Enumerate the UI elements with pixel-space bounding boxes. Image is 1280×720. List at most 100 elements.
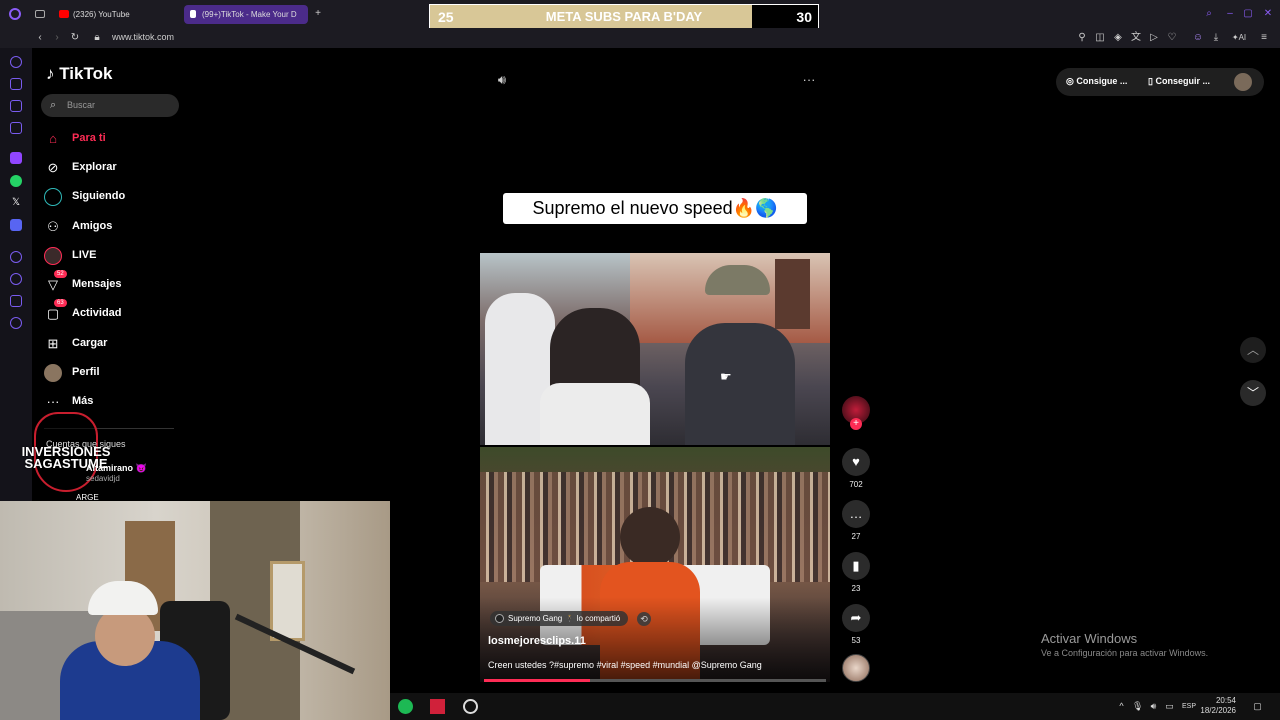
comment-action[interactable]: … 27 [842,500,870,541]
sidebar-item-perfil[interactable]: Perfil [44,362,184,386]
volume-icon[interactable]: 🔊︎ [495,73,509,88]
subs-goal-target: 30 [796,9,812,25]
person-center [620,507,680,567]
extensions-icon[interactable] [10,295,22,307]
tab-youtube[interactable]: (2326) YouTube [55,5,175,24]
previous-video-icon[interactable]: ︿ [1240,337,1266,363]
creator-avatar[interactable]: + [842,396,870,430]
friends-icon: ⚇ [47,219,59,234]
language-indicator[interactable]: ESP [1182,703,1196,710]
browser-address-bar: ‹ › ↻ 🔒︎ www.tiktok.com ⚲ ◫ ◈ 文 ▷ ♡ ☺ ⤓ … [0,28,1280,48]
adblock-icon[interactable]: ◈ [1112,32,1124,44]
snapshot-icon[interactable]: ◫ [1094,32,1106,44]
share-icon[interactable]: ➦ [842,604,870,632]
sidebar-item-para-ti[interactable]: ⌂ Para ti [44,128,184,152]
reload-icon[interactable]: ↻ [69,32,81,44]
taskbar-clock[interactable]: 20:54 18/2/2026 [1196,696,1236,716]
aria-icon[interactable] [10,56,22,68]
player-side-icon[interactable] [10,251,22,263]
tab-overview-icon[interactable] [35,10,45,18]
sidebar-item-amigos[interactable]: ⚇ Amigos [44,216,184,240]
sound-disc-icon [842,654,870,682]
sidebar-item-mensajes[interactable]: ▽ 52 Mensajes [44,270,184,298]
forward-icon[interactable]: › [51,32,63,44]
video-frame-top[interactable]: ☛ [480,253,830,445]
chat-icon[interactable] [10,100,22,112]
whatsapp-icon[interactable] [10,175,22,187]
activate-windows-subtitle: Ve a Configuración para activar Windows. [1041,648,1209,658]
sidebar-item-live[interactable]: LIVE [44,245,184,269]
new-tab-button[interactable]: + [312,8,324,20]
next-video-icon[interactable]: ﹀ [1240,380,1266,406]
xsplit-icon[interactable] [430,699,445,714]
tiktok-logo[interactable]: ♪ TikTok [46,64,112,84]
get-app-button[interactable]: ▯ Conseguir ... [1148,76,1210,87]
obs-icon[interactable] [463,699,478,714]
windows-taskbar [390,693,1280,720]
video-author[interactable]: losmejoresclips.11 [488,635,586,647]
shared-by-pill[interactable]: Supremo Gang 🕴 lo compartió [490,611,629,626]
history-icon[interactable] [10,273,22,285]
messenger-icon[interactable] [10,122,22,134]
sidebar-item-label: Más [72,395,94,407]
back-icon[interactable]: ‹ [34,32,46,44]
more-icon: ··· [46,394,60,409]
sidebar-item-actividad[interactable]: ▢ 63 Actividad [44,299,184,327]
sidebar-item-cargar[interactable]: ⊞ Cargar [44,333,184,357]
heart-icon[interactable]: ♥ [842,448,870,476]
video-progress-bar[interactable] [484,679,826,682]
url-field[interactable]: www.tiktok.com [112,32,174,42]
twitch-icon[interactable] [10,152,22,164]
discord-icon[interactable] [10,219,22,231]
top-actions-bar: ◎ Consigue ... ▯ Conseguir ... [1056,68,1264,96]
save-count: 23 [851,584,861,593]
following-icon [44,188,62,206]
pin-icon[interactable]: ⚲ [1076,32,1088,44]
coins-button[interactable]: ◎ Consigue ... [1066,76,1127,87]
search-tabs-icon[interactable]: ⌕ [1203,8,1215,20]
search-input[interactable]: ⌕ Buscar [41,94,179,117]
clock-time: 20:54 [1215,696,1236,705]
comment-icon[interactable]: … [842,500,870,528]
account-icon[interactable]: ☺ [1192,32,1204,44]
ai-tools-icon[interactable] [10,78,22,90]
video-more-icon[interactable]: ··· [801,73,817,86]
repost-icon[interactable]: ⟲ [637,612,651,626]
maximize-icon[interactable]: ▢ [1242,8,1254,20]
opera-logo-icon[interactable] [9,8,21,20]
sidebar-item-explorar[interactable]: ⊘ Explorar [44,157,184,181]
player-icon[interactable]: ▷ [1148,32,1160,44]
shared-avatar-icon [495,614,504,623]
following-item[interactable]: Altamirano 😈 [86,463,147,474]
speaker-icon[interactable]: 🔊︎ [1148,701,1159,712]
subs-goal-overlay: 25 META SUBS PARA B'DAY 30 [429,4,819,29]
close-window-icon[interactable]: ✕ [1262,8,1274,20]
download-icon[interactable]: ⤓ [1210,32,1222,44]
user-avatar[interactable] [1234,73,1252,91]
follow-plus-icon[interactable]: + [850,418,862,430]
ai-icon[interactable]: ✦AI [1230,32,1248,44]
share-action[interactable]: ➦ 53 [842,604,870,645]
sidebar-item-siguiendo[interactable]: Siguiendo [44,186,184,210]
translate-icon[interactable]: 文 [1130,32,1142,44]
menu-icon[interactable]: ≡ [1258,32,1270,44]
microphone-icon[interactable]: 🎙︎ [1132,701,1143,712]
x-icon[interactable]: 𝕏 [10,197,22,209]
tab-youtube-label: (2326) YouTube [73,10,130,19]
like-action[interactable]: ♥ 702 [842,448,870,489]
spotify-icon[interactable] [398,699,413,714]
tray-chevron-icon[interactable]: ^ [1116,701,1127,712]
save-action[interactable]: ▮ 23 [842,552,870,593]
settings-icon[interactable] [10,317,22,329]
notifications-icon[interactable]: ▢ [1252,701,1263,712]
vpn-icon[interactable]: ♡ [1166,32,1178,44]
tab-tiktok[interactable]: (99+)TikTok - Make Your D [184,5,308,24]
bookmark-icon[interactable]: ▮ [842,552,870,580]
shared-by-text: Supremo Gang 🕴 lo compartió [508,614,621,623]
window-grill [775,259,810,329]
search-icon: ⌕ [50,99,57,111]
messages-badge: 52 [54,270,67,278]
sound-avatar[interactable] [842,654,870,682]
following-item[interactable]: sedavidjd [86,474,120,483]
minimize-icon[interactable]: – [1224,8,1236,20]
